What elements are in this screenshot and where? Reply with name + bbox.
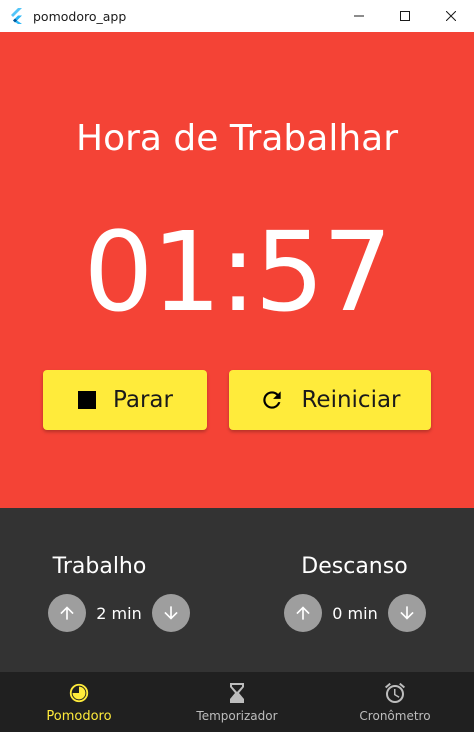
status-title: Hora de Trabalhar	[76, 118, 398, 159]
rest-stepper: 0 min	[284, 594, 426, 632]
stop-icon	[77, 390, 97, 410]
close-icon	[446, 11, 456, 21]
countdown-display: 01:57	[83, 208, 392, 336]
alarm-clock-icon	[383, 681, 407, 705]
close-button[interactable]	[428, 0, 474, 32]
work-increase-button[interactable]	[48, 594, 86, 632]
title-bar: pomodoro_app	[0, 0, 474, 32]
work-value: 2 min	[96, 603, 142, 623]
nav-item-pomodoro[interactable]: Pomodoro	[0, 672, 158, 732]
nav-item-timer[interactable]: Temporizador	[158, 672, 316, 732]
work-stepper: 2 min	[48, 594, 190, 632]
app-window: pomodoro_app Hora de Trabalhar 01:57 Par…	[0, 0, 474, 732]
arrow-down-icon	[400, 606, 414, 620]
refresh-icon	[259, 387, 285, 413]
nav-item-stopwatch[interactable]: Cronômetro	[316, 672, 474, 732]
maximize-icon	[400, 11, 410, 21]
window-title: pomodoro_app	[33, 8, 127, 24]
work-setting: Trabalho 2 min	[0, 508, 237, 672]
timer-panel: Hora de Trabalhar 01:57 Parar Reiniciar	[0, 32, 474, 508]
arrow-down-icon	[164, 606, 178, 620]
work-label: Trabalho	[52, 554, 147, 579]
nav-label-timer: Temporizador	[196, 709, 278, 723]
minimize-icon	[354, 15, 364, 17]
nav-label-pomodoro: Pomodoro	[46, 709, 112, 724]
rest-label: Descanso	[301, 554, 408, 579]
window-controls	[336, 0, 474, 32]
nav-label-stopwatch: Cronômetro	[359, 709, 431, 723]
pomodoro-icon	[67, 681, 91, 705]
stop-button-label: Parar	[113, 387, 173, 413]
maximize-button[interactable]	[382, 0, 428, 32]
bottom-navigation: Pomodoro Temporizador Cronômetro	[0, 672, 474, 732]
flutter-logo-icon	[9, 8, 25, 24]
arrow-up-icon	[296, 606, 310, 620]
arrow-up-icon	[60, 606, 74, 620]
rest-value: 0 min	[332, 603, 378, 623]
hourglass-icon	[225, 681, 249, 705]
stop-button[interactable]: Parar	[43, 370, 207, 430]
settings-panel: Trabalho 2 min Descanso 0 min	[0, 508, 474, 672]
work-decrease-button[interactable]	[152, 594, 190, 632]
minimize-button[interactable]	[336, 0, 382, 32]
rest-decrease-button[interactable]	[388, 594, 426, 632]
restart-button-label: Reiniciar	[301, 387, 401, 413]
rest-setting: Descanso 0 min	[237, 508, 474, 672]
rest-increase-button[interactable]	[284, 594, 322, 632]
restart-button[interactable]: Reiniciar	[229, 370, 431, 430]
